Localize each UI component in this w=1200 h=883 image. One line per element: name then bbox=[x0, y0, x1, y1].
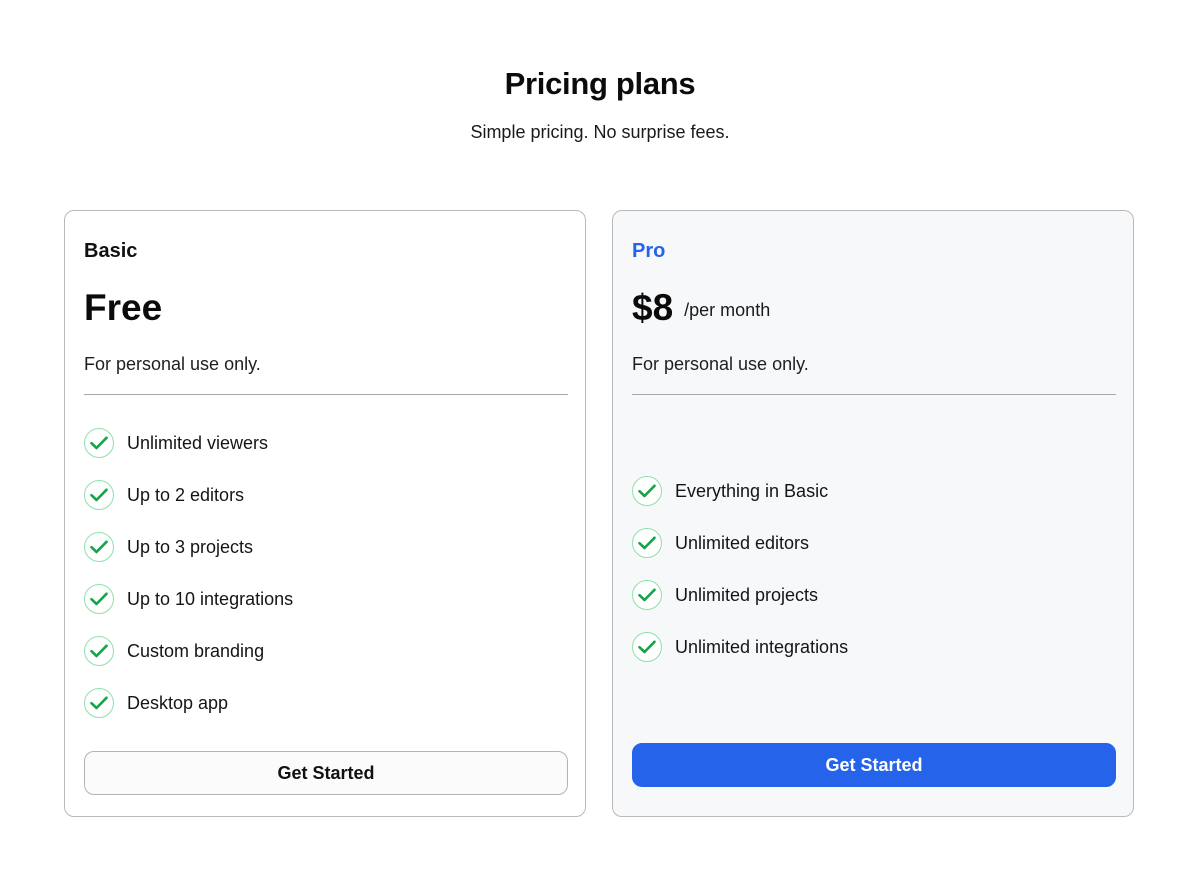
divider bbox=[84, 394, 568, 395]
feature-label: Up to 2 editors bbox=[127, 485, 245, 505]
feature-label: Unlimited viewers bbox=[127, 433, 269, 453]
feature-label: Unlimited projects bbox=[675, 585, 819, 605]
check-icon bbox=[84, 636, 114, 666]
check-icon bbox=[84, 688, 114, 718]
check-icon bbox=[84, 532, 114, 562]
feature-item: Up to 10 integrations bbox=[84, 583, 293, 615]
check-icon bbox=[84, 480, 114, 510]
feature-item: Up to 2 editors bbox=[84, 479, 293, 511]
feature-item: Unlimited projects bbox=[632, 579, 848, 611]
plan-name: Pro bbox=[632, 240, 666, 262]
plan-name: Basic bbox=[84, 240, 138, 262]
feature-item: Up to 3 projects bbox=[84, 531, 293, 563]
divider bbox=[632, 394, 1116, 395]
check-icon bbox=[632, 580, 662, 610]
feature-label: Everything in Basic bbox=[675, 481, 829, 501]
price-row: Free bbox=[84, 285, 162, 331]
feature-label: Desktop app bbox=[127, 693, 229, 713]
feature-label: Unlimited integrations bbox=[675, 637, 849, 657]
feature-item: Unlimited integrations bbox=[632, 631, 848, 663]
feature-list: Everything in Basic Unlimited editors Un… bbox=[632, 475, 848, 683]
feature-label: Up to 3 projects bbox=[127, 537, 254, 557]
check-icon bbox=[632, 528, 662, 558]
get-started-button-basic[interactable]: Get Started bbox=[84, 751, 568, 795]
feature-item: Everything in Basic bbox=[632, 475, 848, 507]
plan-description: For personal use only. bbox=[632, 354, 809, 374]
feature-item: Desktop app bbox=[84, 687, 293, 719]
feature-item: Unlimited editors bbox=[632, 527, 848, 559]
plan-price: Free bbox=[84, 287, 163, 328]
get-started-button-pro[interactable]: Get Started bbox=[632, 743, 1116, 787]
feature-item: Custom branding bbox=[84, 635, 293, 667]
pricing-page: Pricing plans Simple pricing. No surpris… bbox=[0, 0, 1200, 883]
check-icon bbox=[632, 632, 662, 662]
plan-price: $8 bbox=[632, 287, 674, 328]
page-title: Pricing plans bbox=[504, 66, 696, 101]
plan-card-pro: Pro $8 /per month For personal use only.… bbox=[612, 210, 1134, 817]
plan-card-basic: Basic Free For personal use only. Unlimi… bbox=[64, 210, 586, 817]
plan-description: For personal use only. bbox=[84, 354, 261, 374]
feature-label: Unlimited editors bbox=[675, 533, 810, 553]
check-icon bbox=[84, 584, 114, 614]
feature-label: Custom branding bbox=[127, 641, 265, 661]
price-row: $8 /per month bbox=[632, 285, 770, 331]
page-subtitle: Simple pricing. No surprise fees. bbox=[470, 122, 730, 142]
feature-list: Unlimited viewers Up to 2 editors Up to … bbox=[84, 427, 293, 739]
price-period: /per month bbox=[684, 300, 771, 320]
feature-item: Unlimited viewers bbox=[84, 427, 293, 459]
feature-label: Up to 10 integrations bbox=[127, 589, 294, 609]
check-icon bbox=[632, 476, 662, 506]
check-icon bbox=[84, 428, 114, 458]
